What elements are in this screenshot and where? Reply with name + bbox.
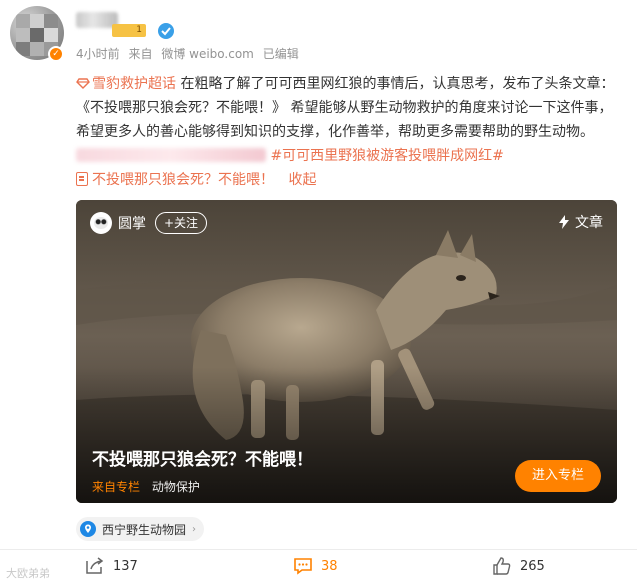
chevron-right-icon: › <box>192 523 197 535</box>
follow-button[interactable]: +关注 <box>155 212 208 234</box>
repost-icon <box>86 557 104 574</box>
thumbs-up-icon <box>493 557 511 575</box>
repost-count: 137 <box>113 558 138 574</box>
location-pin-icon <box>80 521 96 537</box>
location-chip[interactable]: 西宁野生动物园 › <box>76 517 205 541</box>
edited-label[interactable]: 已编辑 <box>263 47 299 61</box>
level-badge[interactable]: 1 <box>112 24 146 37</box>
panda-avatar-icon[interactable] <box>90 212 112 234</box>
article-tag: 文章 <box>557 212 603 232</box>
card-source: 来自专栏 动物保护 <box>92 478 200 495</box>
vip-badge-icon: ✓ <box>48 46 64 62</box>
post-text: 雪豹救护超话 在粗略了解了可可西里网红狼的事情后，认真思考，发布了头条文章：《不… <box>76 72 621 192</box>
hashtag-link[interactable]: #可可西里野狼被游客投喂胖成网红# <box>270 148 503 164</box>
repost-button[interactable]: 137 <box>85 554 138 578</box>
diamond-icon <box>76 78 90 89</box>
post-source: 微博 weibo.com <box>161 47 254 61</box>
column-source-label: 来自专栏 <box>92 480 141 494</box>
watermark: 大欧弟弟 <box>6 567 50 580</box>
like-button[interactable]: 265 <box>492 554 545 578</box>
article-card[interactable]: 圆掌 +关注 文章 不投喂那只狼会死？不能喂！ 来自专栏 动物保护 进入专栏 <box>76 200 617 503</box>
super-topic-link[interactable]: 雪豹救护超话 <box>76 76 176 92</box>
lightning-icon <box>559 215 569 229</box>
post-time[interactable]: 4小时前 <box>76 47 120 61</box>
divider <box>0 549 637 550</box>
enter-column-button[interactable]: 进入专栏 <box>515 460 601 492</box>
weibo-post: ✓ 1 4小时前 来自 微博 weibo.com 已编辑 雪豹救护超话 在粗略了… <box>0 0 637 586</box>
collapse-link[interactable]: 收起 <box>288 172 316 188</box>
card-account-name[interactable]: 圆掌 <box>118 213 146 233</box>
post-meta: 4小时前 来自 微博 weibo.com 已编辑 <box>76 45 304 62</box>
location-label: 西宁野生动物园 <box>102 522 187 537</box>
document-icon <box>76 172 88 186</box>
column-category: 动物保护 <box>151 480 200 494</box>
source-prefix: 来自 <box>128 47 153 61</box>
comment-count: 38 <box>321 558 338 574</box>
verified-icon <box>158 23 174 39</box>
blurred-mention[interactable] <box>76 148 266 162</box>
comment-button[interactable]: 38 <box>293 554 338 578</box>
like-count: 265 <box>520 558 545 574</box>
comment-icon <box>294 558 312 575</box>
card-title[interactable]: 不投喂那只狼会死？不能喂！ <box>92 445 313 470</box>
article-link[interactable]: 不投喂那只狼会死？不能喂！ <box>76 172 274 188</box>
card-account: 圆掌 +关注 <box>90 212 208 234</box>
